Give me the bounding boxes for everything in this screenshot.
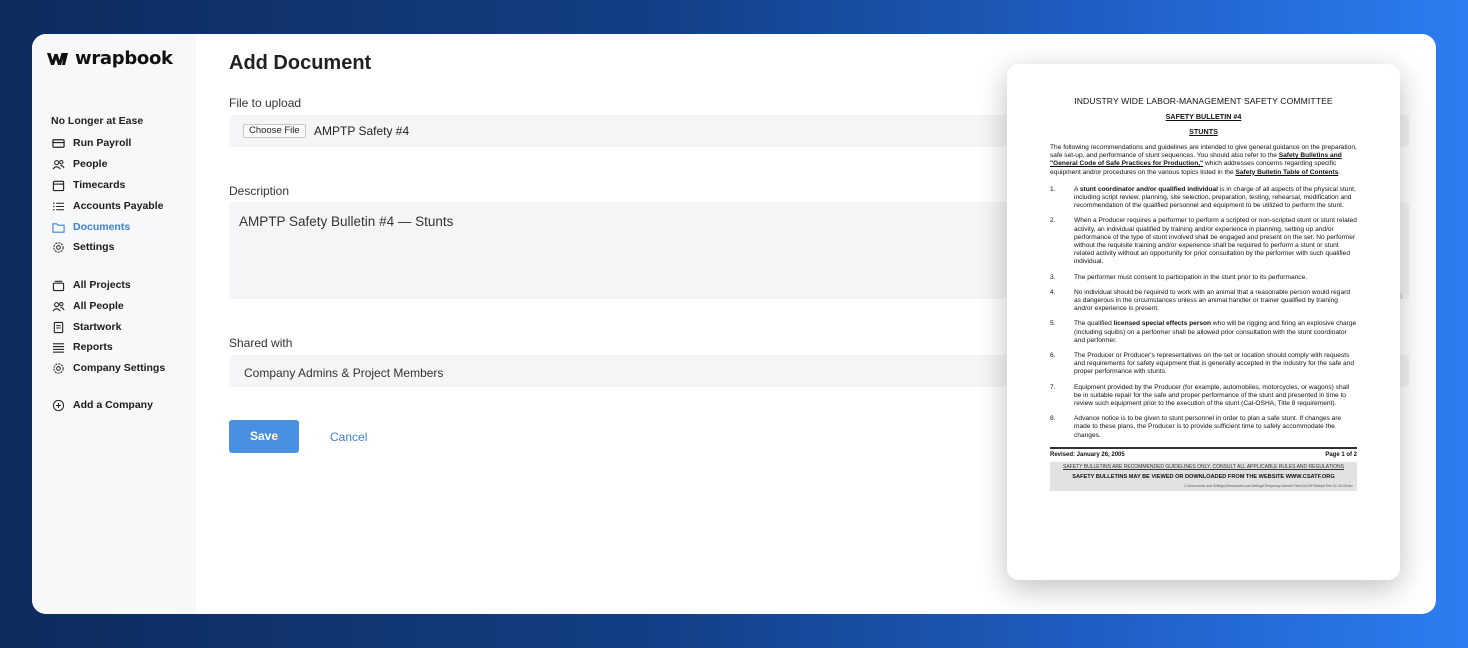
sidebar-item-people[interactable]: People — [51, 156, 107, 172]
document-preview: INDUSTRY WIDE LABOR-MANAGEMENT SAFETY CO… — [1007, 64, 1400, 580]
list-item: 7. Equipment provided by the Producer (fo… — [1050, 383, 1350, 408]
sidebar-item-all-projects[interactable]: All Projects — [51, 277, 131, 293]
list-item: 5. The qualified licensed special effects… — [1050, 320, 1357, 344]
sidebar-item-run-payroll[interactable]: Run Payroll — [51, 135, 131, 151]
document-bulletin: SAFETY BULLETIN #4 — [1165, 112, 1242, 121]
sidebar-item-label: All People — [73, 300, 124, 312]
document-intro: The following recommendations and guidel… — [1050, 144, 1357, 176]
footer-divider — [1050, 446, 1357, 449]
description-label: Description — [229, 184, 290, 198]
sidebar-item-reports[interactable]: Reports — [51, 339, 113, 355]
folder-icon — [51, 220, 65, 234]
page-title: Add Document — [229, 52, 372, 74]
shared-with-value: Company Admins & Project Members — [244, 366, 444, 380]
document-heading: INDUSTRY WIDE LABOR-MANAGEMENT SAFETY CO… — [1074, 96, 1333, 106]
add-company-label: Add a Company — [73, 399, 153, 411]
sidebar-item-startwork[interactable]: Startwork — [51, 319, 121, 335]
wrapbook-logo[interactable]: wrapbook — [47, 48, 173, 69]
file-name: AMPTP Safety #4 — [314, 124, 410, 138]
footer-band: SAFETY BULLETINS ARE RECOMMENDED GUIDELI… — [1050, 461, 1357, 491]
sidebar-item-label: All Projects — [73, 279, 131, 291]
list-item: 3. The performer must consent to particip… — [1050, 273, 1308, 281]
description-value: AMPTP Safety Bulletin #4 — Stunts — [239, 214, 454, 229]
sidebar-item-documents[interactable]: Documents — [51, 219, 130, 235]
save-button[interactable]: Save — [229, 420, 299, 453]
list-item: 8. Advance notice is to be given to stunt… — [1050, 415, 1342, 439]
document-footer: Revised: January 26, 2005 Page 1 of 2 — [1050, 452, 1357, 458]
choose-file-button[interactable]: Choose File — [243, 124, 306, 138]
sidebar-item-label: Documents — [73, 221, 131, 233]
revised-date: Revised: January 26, 2005 — [1050, 451, 1125, 458]
gear-icon — [51, 361, 65, 375]
sidebar-item-label: Settings — [73, 241, 115, 253]
list-item: 2. When a Producer requires a performer t… — [1050, 217, 1357, 266]
website-note: SAFETY BULLETINS MAY BE VIEWED OR DOWNLO… — [1072, 473, 1335, 480]
document-list: 1. A stunt coordinator and/or qualified i… — [1050, 186, 1357, 440]
resize-handle-icon[interactable]: ⁝ — [1400, 292, 1403, 301]
gear-icon — [51, 240, 65, 254]
sidebar-item-label: Reports — [73, 341, 113, 353]
list-item: 6. The Producer or Producer's representat… — [1050, 352, 1355, 376]
cancel-button[interactable]: Cancel — [330, 430, 367, 444]
project-title: No Longer at Ease — [51, 115, 144, 127]
people-icon — [51, 157, 65, 171]
plus-circle-icon — [51, 398, 65, 412]
sidebar: wrapbook No Longer at Ease Run Payroll P… — [32, 34, 196, 614]
calendar-icon — [51, 178, 65, 192]
disclaimer: SAFETY BULLETINS ARE RECOMMENDED GUIDELI… — [1062, 463, 1344, 470]
sidebar-item-label: Run Payroll — [73, 137, 132, 149]
add-company-button[interactable]: Add a Company — [51, 397, 153, 413]
file-upload-label: File to upload — [229, 96, 302, 110]
app-name: wrapbook — [75, 48, 173, 69]
sidebar-item-settings[interactable]: Settings — [51, 239, 114, 255]
sidebar-item-accounts-payable[interactable]: Accounts Payable — [51, 198, 163, 214]
lines-icon — [51, 340, 65, 354]
list-item: 1. A stunt coordinator and/or qualified i… — [1050, 185, 1356, 210]
page-number: Page 1 of 2 — [1325, 451, 1357, 458]
sidebar-item-label: Accounts Payable — [73, 200, 164, 212]
sidebar-item-label: People — [73, 158, 108, 170]
document-subject: STUNTS — [1189, 127, 1218, 136]
projects-icon — [51, 278, 65, 292]
wrapbook-logo-icon — [47, 52, 68, 65]
shared-with-label: Shared with — [229, 336, 293, 350]
list-item: 4. No individual should be required to wo… — [1050, 288, 1351, 313]
card-icon — [51, 136, 65, 150]
document-icon — [51, 320, 65, 334]
document-page: INDUSTRY WIDE LABOR-MANAGEMENT SAFETY CO… — [1050, 96, 1357, 491]
file-path: C:\Documents and Settings\Sherwood\Local… — [1183, 483, 1353, 488]
list-icon — [51, 199, 65, 213]
sidebar-item-timecards[interactable]: Timecards — [51, 177, 125, 193]
sidebar-item-label: Timecards — [73, 179, 126, 191]
people-icon — [51, 299, 65, 313]
sidebar-item-label: Startwork — [73, 321, 122, 333]
sidebar-item-all-people[interactable]: All People — [51, 298, 124, 314]
sidebar-item-label: Company Settings — [73, 362, 166, 374]
sidebar-item-company-settings[interactable]: Company Settings — [51, 360, 165, 376]
